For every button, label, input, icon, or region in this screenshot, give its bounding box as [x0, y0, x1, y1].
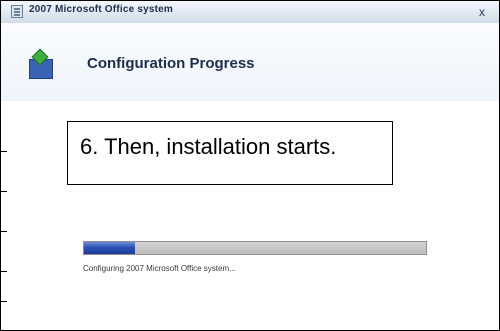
- wizard-header: Configuration Progress: [1, 23, 499, 102]
- office-setup-icon: [11, 5, 23, 18]
- page-title: Configuration Progress: [87, 55, 255, 72]
- progress-bar: [83, 241, 427, 255]
- title-bar: 2007 Microsoft Office system x: [1, 1, 499, 24]
- status-text: Configuring 2007 Microsoft Office system…: [83, 264, 236, 273]
- close-button[interactable]: x: [473, 3, 491, 21]
- install-package-icon: [25, 48, 57, 79]
- annotation-text: 6. Then, installation starts.: [80, 134, 337, 159]
- installer-window: 2007 Microsoft Office system x Configura…: [0, 0, 500, 331]
- progress-fill: [84, 242, 136, 254]
- left-edge-ticks: [1, 101, 7, 330]
- window-title: 2007 Microsoft Office system: [29, 4, 173, 15]
- annotation-callout: 6. Then, installation starts.: [67, 121, 393, 185]
